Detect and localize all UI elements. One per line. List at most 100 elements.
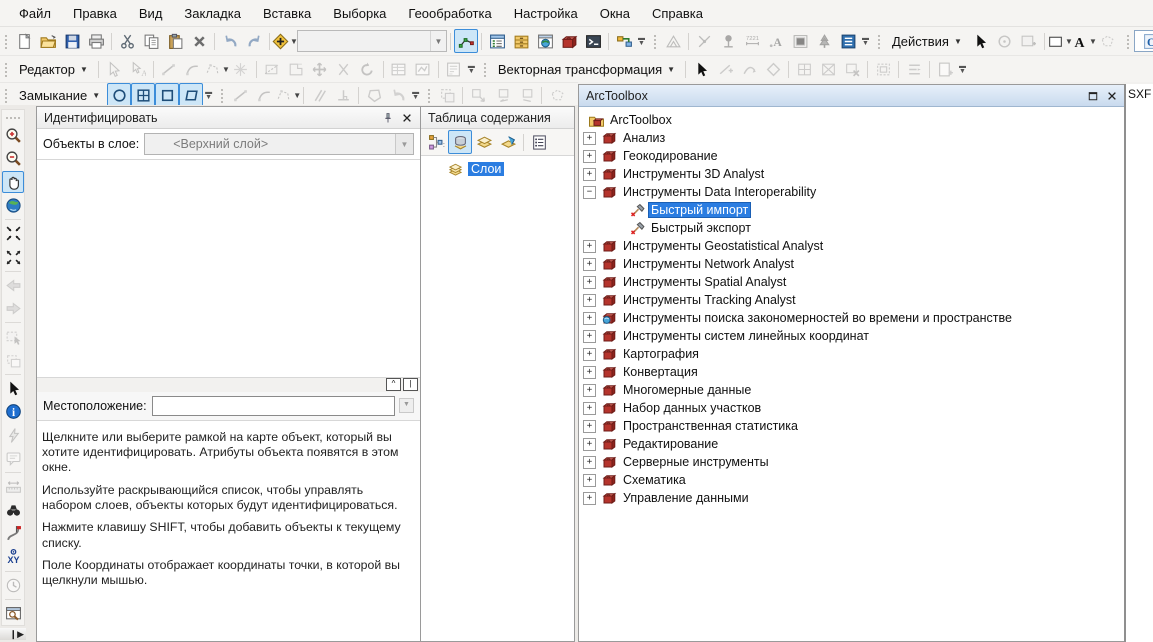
conifer-button[interactable] xyxy=(812,29,836,53)
box-arrow1-button[interactable] xyxy=(466,83,490,107)
menu-windows[interactable]: Окна xyxy=(589,2,641,25)
zoom-in-button[interactable] xyxy=(2,125,24,146)
tree-point-button[interactable] xyxy=(716,29,740,53)
print-button[interactable] xyxy=(84,29,108,53)
lasso-button[interactable] xyxy=(545,83,569,107)
undo-button[interactable] xyxy=(218,29,242,53)
tree-item-label[interactable]: Инструменты Network Analyst xyxy=(620,256,797,272)
pan-button[interactable] xyxy=(2,171,24,192)
diamond-link-button[interactable] xyxy=(761,57,785,81)
copy-button[interactable] xyxy=(139,29,163,53)
move-cross-button[interactable] xyxy=(308,57,332,81)
toolbox-tree-item[interactable]: +Инструменты поиска закономерностей во в… xyxy=(579,309,1125,327)
toolbar-drag-handle[interactable] xyxy=(653,33,658,49)
menu-help[interactable]: Справка xyxy=(641,2,714,25)
toolbox-tree-item[interactable]: + Геокодирование xyxy=(579,147,1125,165)
toolbar-drag-handle[interactable] xyxy=(220,87,225,103)
modify-link-button[interactable] xyxy=(737,57,761,81)
tree-item-label[interactable]: Набор данных участков xyxy=(620,400,764,416)
html-popup-button[interactable] xyxy=(2,448,24,469)
seg-line-button[interactable] xyxy=(157,57,181,81)
toolbar-drag-handle[interactable] xyxy=(4,33,9,49)
toc-layers-item[interactable]: Слои xyxy=(421,160,574,178)
menu-view[interactable]: Вид xyxy=(128,2,174,25)
scale-combo[interactable]: ▼ xyxy=(297,30,447,52)
identify-results-area[interactable] xyxy=(37,159,420,378)
toolbar-expand-handle[interactable]: ❙▶ xyxy=(0,628,26,640)
toolbox-tree-item[interactable]: ArcToolbox xyxy=(579,111,1125,129)
toolbox-tree-item[interactable]: + Инструменты Spatial Analyst xyxy=(579,273,1125,291)
table-of-contents-button[interactable] xyxy=(485,29,509,53)
expand-icon[interactable]: + xyxy=(583,492,596,505)
seg-line-button[interactable] xyxy=(228,83,252,107)
seg-arc-button[interactable] xyxy=(252,83,276,107)
polygon-outline-button[interactable] xyxy=(362,83,386,107)
perpendicular-button[interactable] xyxy=(331,83,355,107)
expand-icon[interactable]: + xyxy=(583,150,596,163)
tree-item-label[interactable]: Управление данными xyxy=(620,490,752,506)
cursor-black-button[interactable] xyxy=(969,29,993,53)
go-to-xy-button[interactable]: XY xyxy=(2,546,24,567)
seg-arc-button[interactable] xyxy=(181,57,205,81)
toolbar-drag-handle[interactable] xyxy=(877,33,882,49)
measure-button[interactable] xyxy=(2,476,24,497)
toolbar-drag-handle[interactable] xyxy=(5,116,21,121)
tree-item-label[interactable]: Редактирование xyxy=(620,436,721,452)
tree-item-label[interactable]: Инструменты 3D Analyst xyxy=(620,166,767,182)
expand-icon[interactable]: + xyxy=(583,276,596,289)
tree-item-label[interactable]: Инструменты поиска закономерностей во вр… xyxy=(620,310,1015,326)
go-back-button[interactable] xyxy=(2,275,24,296)
time-slider-button[interactable] xyxy=(2,575,24,596)
font-combo[interactable]: OArial xyxy=(1134,30,1153,52)
toolbox-tree-item[interactable]: +Картография xyxy=(579,345,1125,363)
menu-bookmarks[interactable]: Закладка xyxy=(173,2,252,25)
toolbar-options-chevron[interactable]: ▬▼ xyxy=(860,30,871,52)
menu-file[interactable]: Файл xyxy=(8,2,62,25)
blue-list-button[interactable] xyxy=(836,29,860,53)
tree-item-label[interactable]: Инструменты Spatial Analyst xyxy=(620,274,789,290)
expand-icon[interactable]: + xyxy=(583,132,596,145)
tree-item-label[interactable]: Инструменты систем линейных координат xyxy=(620,328,872,344)
toolbox-tree-item[interactable]: +Многомерные данные xyxy=(579,381,1125,399)
fixed-zoom-out-button[interactable] xyxy=(2,246,24,267)
circle-select-button[interactable] xyxy=(993,29,1017,53)
list-by-source-button[interactable] xyxy=(448,130,472,154)
tree-item-label[interactable]: Анализ xyxy=(620,130,668,146)
tree-item-label[interactable]: Быстрый импорт xyxy=(648,202,751,218)
snap-point-button[interactable] xyxy=(107,83,131,107)
toolbar-options-chevron[interactable]: ▬▼ xyxy=(466,58,477,80)
vector-transform-menu-button[interactable]: Векторная трансформация▼ xyxy=(491,59,682,80)
cursor-a-button[interactable]: A xyxy=(126,57,150,81)
lasso-button[interactable] xyxy=(1096,29,1120,53)
arctoolbox-button[interactable] xyxy=(557,29,581,53)
list-selection-button[interactable] xyxy=(496,130,520,154)
tree-item-label[interactable]: Схематика xyxy=(620,472,689,488)
toolbox-tree-item[interactable]: +Инструменты Tracking Analyst xyxy=(579,291,1125,309)
snowflake-button[interactable] xyxy=(229,57,253,81)
list-drawing-order-button[interactable]: : xyxy=(424,130,448,154)
undo-button[interactable] xyxy=(386,83,410,107)
editor-menu-button[interactable]: Редактор▼ xyxy=(12,59,95,80)
maximize-icon[interactable] xyxy=(1083,87,1102,105)
expand-icon[interactable]: + xyxy=(583,330,596,343)
select-features-button[interactable] xyxy=(2,326,24,347)
tree-item-label[interactable]: Инструменты Tracking Analyst xyxy=(620,292,799,308)
label-a-button[interactable]: A xyxy=(764,29,788,53)
expand-icon[interactable]: + xyxy=(583,402,596,415)
cursor-black-button[interactable] xyxy=(689,57,713,81)
toolbar-options-chevron[interactable]: ▬▼ xyxy=(636,30,647,52)
save-button[interactable] xyxy=(60,29,84,53)
toolbar-options-chevron[interactable]: ▬▼ xyxy=(410,84,421,106)
identify-splitter[interactable]: ^ | xyxy=(37,378,420,392)
new-link-button[interactable] xyxy=(713,57,737,81)
actions-menu-button[interactable]: Действия▼ xyxy=(885,31,969,52)
toolbox-tree-item[interactable]: +Инструменты 3D Analyst xyxy=(579,165,1125,183)
toolbox-tree-item[interactable]: +Пространственная статистика xyxy=(579,417,1125,435)
grid-square-button[interactable] xyxy=(792,57,816,81)
viewer-window-button[interactable] xyxy=(2,603,24,624)
delete-button[interactable] xyxy=(187,29,211,53)
clear-selection-button[interactable] xyxy=(2,350,24,371)
menu-customize[interactable]: Настройка xyxy=(503,2,589,25)
junction-button[interactable] xyxy=(692,29,716,53)
tree-item-label[interactable]: Геокодирование xyxy=(620,148,721,164)
